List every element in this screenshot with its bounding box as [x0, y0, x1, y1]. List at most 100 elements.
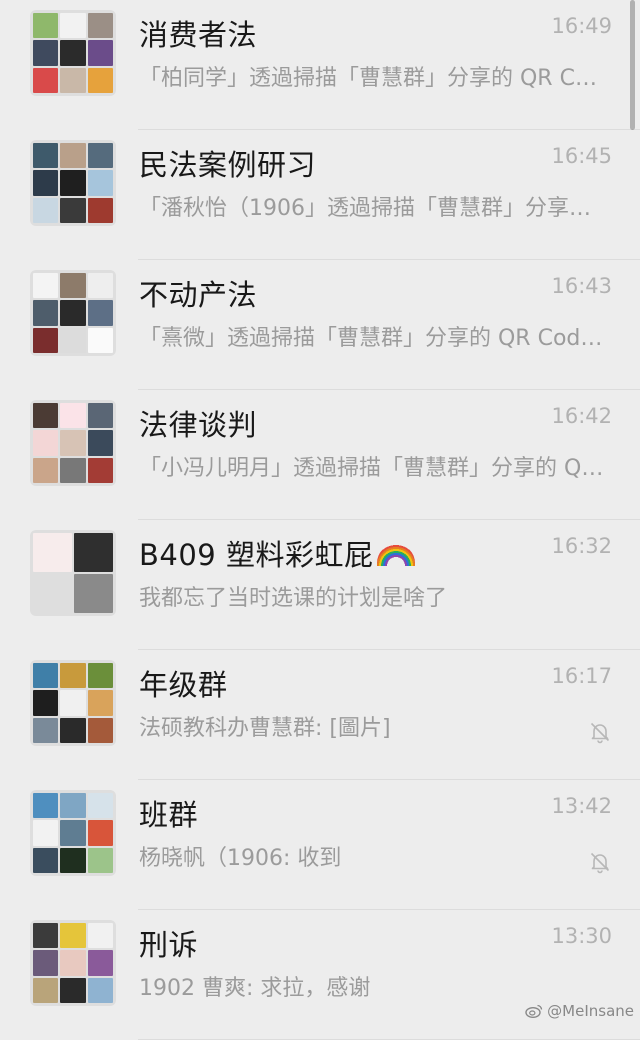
- avatar-tile: [87, 820, 113, 846]
- chat-time: 16:32: [551, 534, 612, 558]
- avatar-tile: [33, 403, 59, 429]
- chat-preview: 法硕教科办曹慧群: [圖片]: [139, 716, 391, 741]
- mute-bell-icon: [590, 722, 610, 744]
- watermark-text: @MeInsane: [547, 1002, 634, 1020]
- avatar-tile: [33, 690, 59, 716]
- avatar-tile: [33, 977, 59, 1003]
- chat-list-item[interactable]: 法律谈判 16:42 「小冯儿明月」透過掃描「曹慧群」分享的 QR Code 加…: [0, 390, 640, 520]
- avatar-tile: [60, 40, 86, 66]
- avatar-tile: [87, 143, 113, 169]
- avatar-tile: [87, 923, 113, 949]
- chat-list-item[interactable]: 年级群 16:17 法硕教科办曹慧群: [圖片]: [0, 650, 640, 780]
- chat-list-item[interactable]: 不动产法 16:43 「熹微」透過掃描「曹慧群」分享的 QR Code 加入群聊: [0, 260, 640, 390]
- chat-preview: 「柏同学」透過掃描「曹慧群」分享的 QR Code 加入群聊: [139, 66, 609, 91]
- avatar-tile: [87, 793, 113, 819]
- avatar-tile: [87, 40, 113, 66]
- avatar-tile: [87, 170, 113, 196]
- avatar-tile: [87, 950, 113, 976]
- avatar-tile: [60, 793, 86, 819]
- group-avatar: [30, 10, 116, 96]
- chat-name: 民法案例研习: [139, 142, 316, 184]
- chat-list-item[interactable]: 消费者法 16:49 「柏同学」透過掃描「曹慧群」分享的 QR Code 加入群…: [0, 0, 640, 130]
- group-avatar: [30, 660, 116, 746]
- chat-list-item[interactable]: 民法案例研习 16:45 「潘秋怡（1906」透過掃描「曹慧群」分享的 QR C…: [0, 130, 640, 260]
- avatar-tile: [33, 67, 59, 93]
- weibo-icon: [525, 1004, 543, 1018]
- avatar-tile: [60, 663, 86, 689]
- avatar-tile: [87, 403, 113, 429]
- avatar-tile: [60, 950, 86, 976]
- chat-time: 16:42: [551, 404, 612, 428]
- avatar-tile: [60, 457, 86, 483]
- avatar-tile: [60, 327, 86, 353]
- avatar-tile: [87, 847, 113, 873]
- chat-name: 消费者法: [139, 12, 257, 54]
- avatar-tile: [74, 533, 113, 572]
- group-avatar: [30, 920, 116, 1006]
- avatar-tile: [87, 717, 113, 743]
- avatar-tile: [60, 923, 86, 949]
- avatar-tile: [60, 170, 86, 196]
- chat-time: 16:49: [551, 14, 612, 38]
- avatar-tile: [60, 820, 86, 846]
- avatar-tile: [87, 300, 113, 326]
- group-avatar: [30, 790, 116, 876]
- chat-name: 法律谈判: [139, 402, 257, 444]
- chat-time: 16:17: [551, 664, 612, 688]
- avatar-tile: [60, 300, 86, 326]
- chat-name: 不动产法: [139, 272, 257, 314]
- chat-name: 刑诉: [139, 922, 198, 964]
- avatar-tile: [33, 717, 59, 743]
- avatar-tile: [87, 663, 113, 689]
- avatar-tile: [60, 430, 86, 456]
- avatar-tile: [87, 67, 113, 93]
- avatar-tile: [87, 197, 113, 223]
- rainbow-emoji-icon: [377, 544, 416, 566]
- chat-time: 13:42: [551, 794, 612, 818]
- avatar-tile: [33, 847, 59, 873]
- chat-name-text: 年级群: [139, 668, 228, 702]
- avatar-tile: [33, 197, 59, 223]
- avatar-tile: [33, 13, 59, 39]
- avatar-tile: [60, 197, 86, 223]
- avatar-tile: [33, 273, 59, 299]
- avatar-tile: [87, 327, 113, 353]
- avatar-tile: [33, 820, 59, 846]
- avatar-tile: [33, 793, 59, 819]
- avatar-tile: [87, 977, 113, 1003]
- avatar-tile: [60, 273, 86, 299]
- avatar-tile: [33, 40, 59, 66]
- chat-name-text: 刑诉: [139, 928, 199, 962]
- watermark: @MeInsane: [525, 1002, 634, 1020]
- chat-name-text: 民法案例研习: [139, 148, 317, 182]
- avatar-tile: [87, 13, 113, 39]
- chat-time: 13:30: [551, 924, 612, 948]
- avatar-tile: [60, 403, 86, 429]
- chat-name-text: 不动产法: [139, 278, 258, 312]
- avatar-tile: [33, 533, 72, 572]
- avatar-tile: [33, 300, 59, 326]
- avatar-tile: [33, 574, 72, 613]
- chat-list-item[interactable]: 班群 13:42 杨晓帆（1906: 收到: [0, 780, 640, 910]
- chat-list-item[interactable]: 刑诉 13:30 1902 曹爽: 求拉，感谢: [0, 910, 640, 1040]
- avatar-tile: [87, 430, 113, 456]
- chat-time: 16:45: [551, 144, 612, 168]
- avatar-tile: [87, 690, 113, 716]
- group-avatar: [30, 400, 116, 486]
- chat-preview: 1902 曹爽: 求拉，感谢: [139, 976, 371, 1001]
- chat-preview: 杨晓帆（1906: 收到: [139, 846, 342, 871]
- chat-list: 消费者法 16:49 「柏同学」透過掃描「曹慧群」分享的 QR Code 加入群…: [0, 0, 640, 1040]
- chat-preview: 我都忘了当时选课的计划是啥了: [139, 586, 448, 611]
- avatar-tile: [33, 430, 59, 456]
- chat-name: B409 塑料彩虹屁: [139, 532, 416, 574]
- chat-name-text: B409 塑料彩虹屁: [139, 538, 374, 572]
- avatar-tile: [60, 977, 86, 1003]
- chat-preview: 「小冯儿明月」透過掃描「曹慧群」分享的 QR Code 加入群聊: [139, 456, 609, 481]
- chat-name: 年级群: [139, 662, 228, 704]
- scrollbar[interactable]: [630, 0, 635, 130]
- avatar-tile: [87, 273, 113, 299]
- chat-name-text: 法律谈判: [139, 408, 258, 442]
- chat-list-item[interactable]: B409 塑料彩虹屁 16:32 我都忘了当时选课的计划是啥了: [0, 520, 640, 650]
- chat-preview: 「潘秋怡（1906」透過掃描「曹慧群」分享的 QR Code 加入群聊: [139, 196, 609, 221]
- chat-name-text: 消费者法: [139, 18, 258, 52]
